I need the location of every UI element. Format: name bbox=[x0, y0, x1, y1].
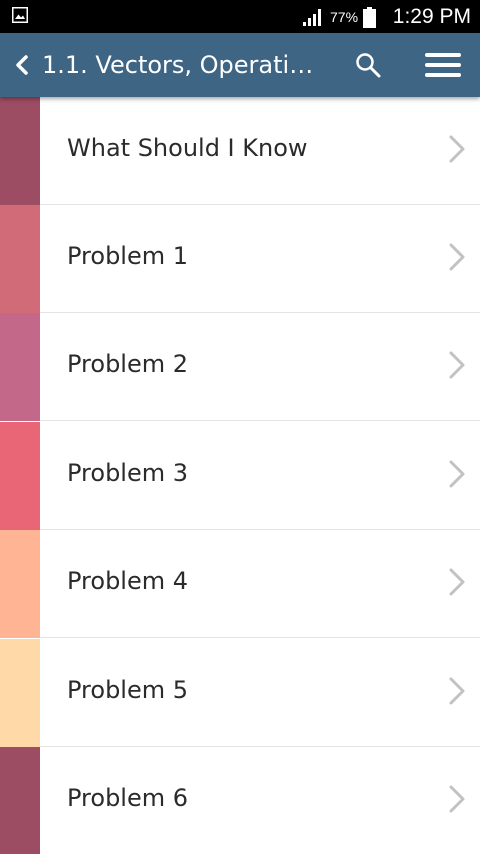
page-title: 1.1. Vectors, Operati… bbox=[42, 51, 314, 79]
app-bar: 1.1. Vectors, Operati… bbox=[0, 33, 480, 97]
list-item-problem-4[interactable]: Problem 4 bbox=[0, 530, 480, 638]
list-item-label: Problem 5 bbox=[67, 676, 189, 704]
problem-list: What Should I Know Problem 1 Problem 2 P… bbox=[0, 97, 480, 854]
color-stripe bbox=[0, 205, 40, 313]
color-stripe bbox=[0, 313, 40, 421]
status-bar: 77% 1:29 PM bbox=[0, 0, 480, 33]
chevron-right-icon bbox=[449, 135, 465, 163]
battery-icon bbox=[363, 7, 376, 28]
divider bbox=[40, 637, 480, 638]
back-chevron-icon[interactable] bbox=[14, 54, 30, 76]
signal-icon bbox=[303, 9, 321, 26]
battery-percentage: 77% bbox=[330, 9, 359, 25]
chevron-right-icon bbox=[449, 785, 465, 813]
list-item-label: Problem 3 bbox=[67, 459, 189, 487]
chevron-right-icon bbox=[449, 351, 465, 379]
chevron-right-icon bbox=[449, 243, 465, 271]
list-item-problem-1[interactable]: Problem 1 bbox=[0, 205, 480, 313]
color-stripe bbox=[0, 747, 40, 854]
color-stripe bbox=[0, 530, 40, 638]
gallery-icon bbox=[12, 7, 28, 23]
divider bbox=[40, 420, 480, 421]
list-item-label: What Should I Know bbox=[67, 134, 308, 162]
hamburger-menu-icon[interactable] bbox=[423, 51, 463, 79]
list-item-problem-6[interactable]: Problem 6 bbox=[0, 747, 480, 854]
list-item-problem-2[interactable]: Problem 2 bbox=[0, 313, 480, 421]
chevron-right-icon bbox=[449, 677, 465, 705]
list-item-label: Problem 4 bbox=[67, 567, 189, 595]
chevron-right-icon bbox=[449, 460, 465, 488]
status-clock: 1:29 PM bbox=[392, 5, 471, 28]
chevron-right-icon bbox=[449, 568, 465, 596]
list-item-problem-3[interactable]: Problem 3 bbox=[0, 422, 480, 530]
color-stripe bbox=[0, 422, 40, 530]
list-item-label: Problem 6 bbox=[67, 784, 189, 812]
color-stripe bbox=[0, 97, 40, 205]
list-item-label: Problem 2 bbox=[67, 350, 189, 378]
color-stripe bbox=[0, 639, 40, 747]
list-item-label: Problem 1 bbox=[67, 242, 189, 270]
list-item-what-should-i-know[interactable]: What Should I Know bbox=[0, 97, 480, 205]
search-icon[interactable] bbox=[354, 51, 382, 79]
list-item-problem-5[interactable]: Problem 5 bbox=[0, 639, 480, 747]
